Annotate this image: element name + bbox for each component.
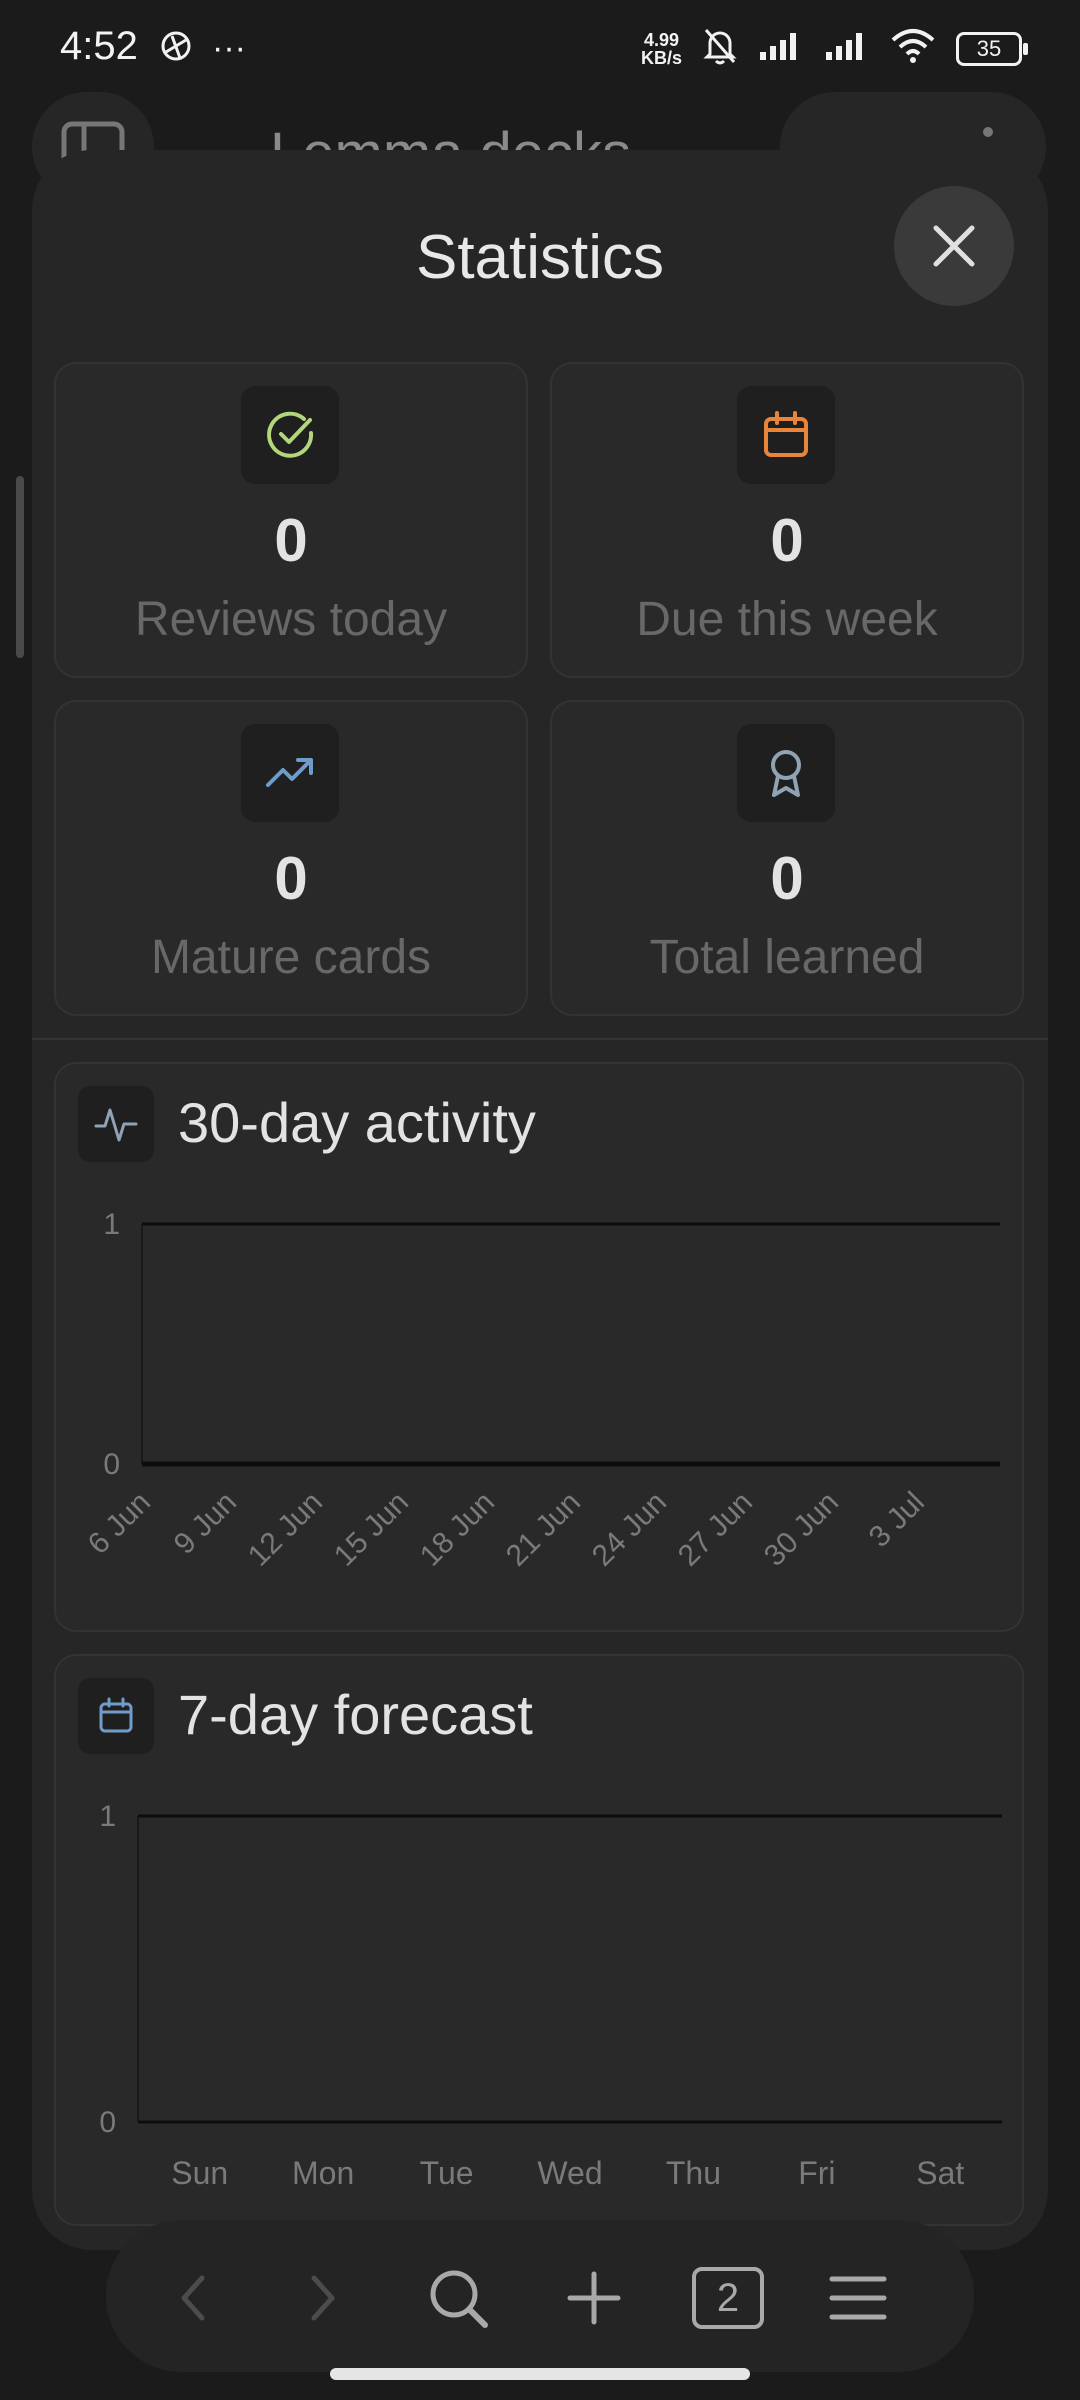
status-left-icons: ··· <box>158 28 246 69</box>
battery-level: 35 <box>976 35 1002 61</box>
activity-chart: 0 1 6 Jun 9 Jun12 Jun15 Jun18 Jun21 Jun24 J… <box>82 1208 1000 1573</box>
stat-card-mature-cards: 0 Mature cards <box>54 700 528 1016</box>
x-tick-label: Sun <box>171 2155 228 2191</box>
x-tick-label: Mon <box>292 2155 354 2191</box>
y-tick-label: 0 <box>103 1448 120 1481</box>
signal-icon-2 <box>824 30 870 67</box>
status-time: 4:52 <box>60 24 138 68</box>
forecast-chart: 0 1 Sun Mon Tue Wed Thu Fri Sat <box>99 1800 1002 2191</box>
stat-value: 0 <box>770 845 804 912</box>
x-tick-label: 3 Jul <box>863 1486 931 1554</box>
status-bar: 4:52 ··· 4.99 KB/s 35 <box>0 0 1080 100</box>
chevron-right-icon <box>311 2275 335 2321</box>
stat-value: 0 <box>274 845 308 912</box>
check-circle-icon <box>241 386 339 484</box>
status-right-icons: 4.99 KB/s 35 <box>641 26 1028 71</box>
sync-icon <box>158 28 194 69</box>
stat-label: Total learned <box>649 931 925 984</box>
x-tick-label: Tue <box>420 2155 474 2191</box>
y-tick-label: 0 <box>99 2106 116 2139</box>
hamburger-menu-icon <box>829 2276 887 2320</box>
x-tick-label: 12 Jun <box>242 1486 329 1573</box>
battery-indicator: 35 <box>956 31 1028 66</box>
stat-card-reviews-today: 0 Reviews today <box>54 362 528 678</box>
divider <box>32 1038 1048 1040</box>
stat-label: Reviews today <box>134 593 448 646</box>
home-indicator[interactable] <box>330 2368 750 2380</box>
x-tick-label: 30 Jun <box>758 1486 845 1573</box>
award-icon <box>737 724 835 822</box>
bell-off-icon <box>702 26 738 71</box>
plus-icon <box>567 2271 621 2325</box>
scrollbar[interactable] <box>16 476 24 658</box>
new-tab-button[interactable] <box>554 2258 634 2338</box>
x-tick-label: 27 Jun <box>672 1486 759 1573</box>
y-tick-label: 1 <box>99 1800 116 1833</box>
y-tick-label: 1 <box>103 1208 120 1241</box>
back-button[interactable] <box>154 2258 234 2338</box>
stat-value: 0 <box>274 507 308 574</box>
chevron-left-icon <box>181 2275 205 2321</box>
stat-label: Mature cards <box>150 931 432 984</box>
stat-value: 0 <box>770 507 804 574</box>
stat-label: Due this week <box>636 593 938 646</box>
statistics-sheet: Statistics 0 Reviews today 0 Due this we… <box>32 150 1048 2250</box>
stat-card-total-learned: 0 Total learned <box>550 700 1024 1016</box>
x-tick-label: 15 Jun <box>328 1486 415 1573</box>
x-tick-label: 18 Jun <box>414 1486 501 1573</box>
activity-chart-card: 30-day activity 016 Jun 9 Jun 12 Jun 15 Jun… <box>54 1062 1024 1632</box>
x-tick-label: Thu <box>666 2155 721 2191</box>
x-tick-label: 24 Jun <box>586 1486 673 1573</box>
trending-up-icon <box>241 724 339 822</box>
close-button[interactable] <box>894 186 1014 306</box>
net-speed-value: 4.99 <box>643 29 680 50</box>
net-speed: 4.99 KB/s <box>641 31 682 67</box>
search-icon <box>430 2270 488 2328</box>
x-tick-label: Fri <box>798 2155 835 2191</box>
forecast-chart-card: 7-day forecast 0 1 Sun Mon Tue Wed Thu Fri Sat <box>54 1654 1024 2226</box>
x-tick-label: Wed <box>537 2155 602 2191</box>
net-speed-unit: KB/s <box>640 47 682 68</box>
stat-card-due-this-week: 0 Due this week <box>550 362 1024 678</box>
close-icon <box>933 225 975 267</box>
search-button[interactable] <box>418 2258 498 2338</box>
wifi-icon <box>890 28 936 69</box>
bottom-nav-bar: 2 <box>106 2220 974 2372</box>
more-notifications: ··· <box>212 29 246 67</box>
x-tick-label: Sat <box>916 2155 964 2191</box>
signal-icon <box>758 30 804 67</box>
menu-button[interactable] <box>818 2258 898 2338</box>
x-tick-label: 21 Jun <box>500 1486 587 1573</box>
tab-count: 2 <box>692 2267 764 2329</box>
calendar-icon <box>737 386 835 484</box>
x-tick-label: 9 Jun <box>168 1486 243 1561</box>
tabs-button[interactable]: 2 <box>688 2258 768 2338</box>
x-tick-label: 6 Jun <box>82 1486 157 1561</box>
forward-button[interactable] <box>282 2258 362 2338</box>
